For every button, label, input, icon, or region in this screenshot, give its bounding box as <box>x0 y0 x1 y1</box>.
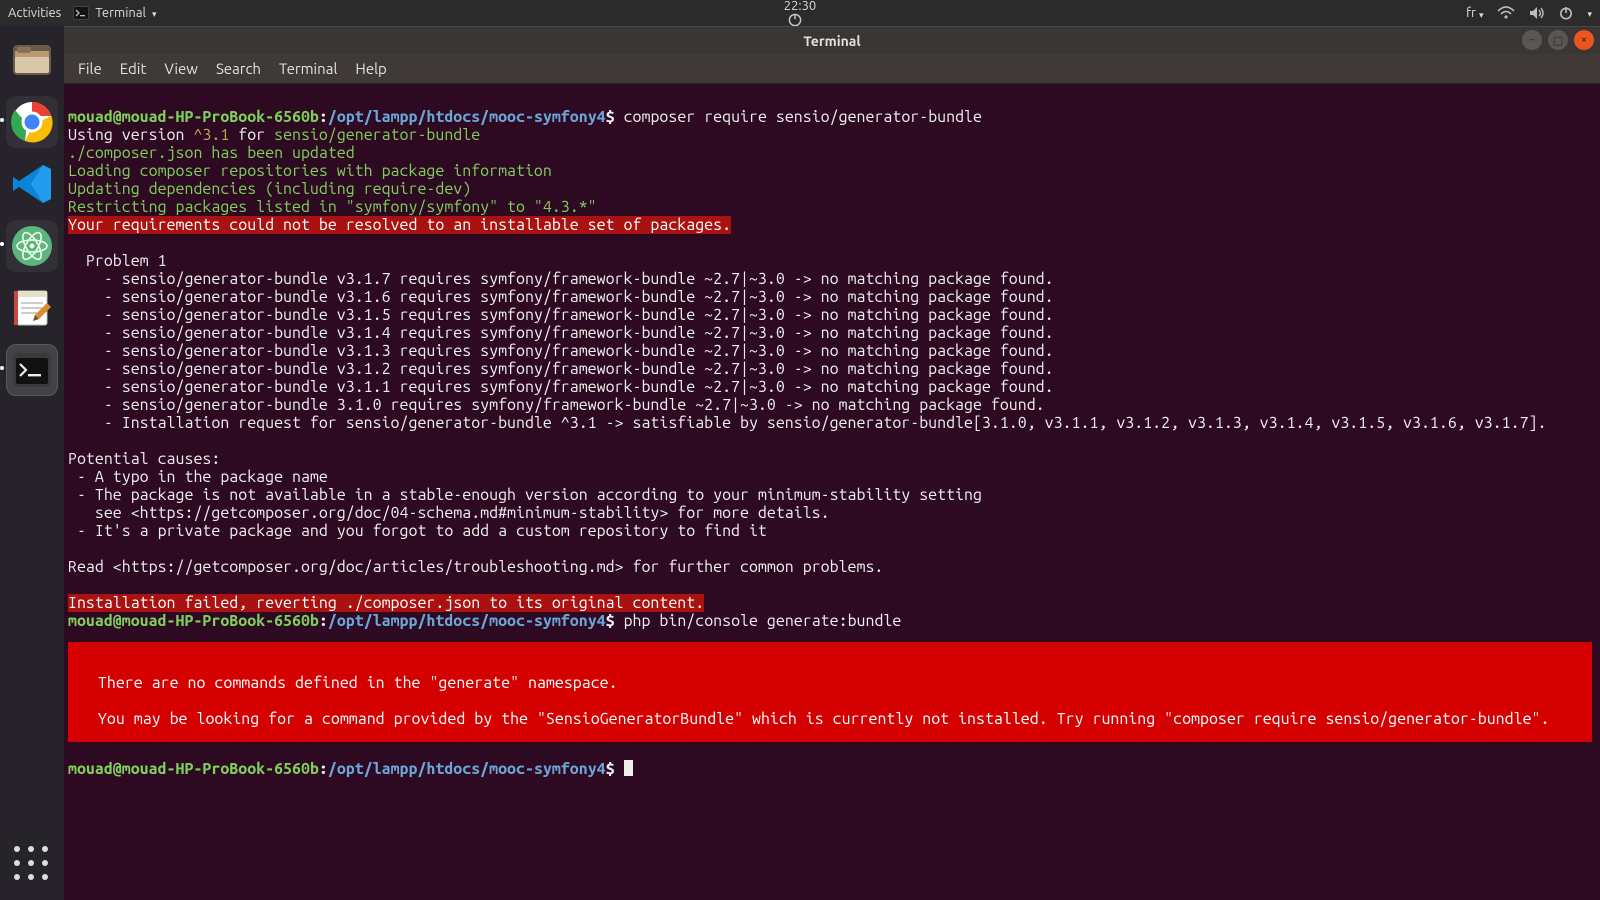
window-minimize-button[interactable]: − <box>1522 30 1542 50</box>
vscode-launcher[interactable] <box>6 158 58 210</box>
chrome-icon <box>9 99 55 145</box>
files-icon <box>9 37 55 83</box>
terminal-launcher[interactable] <box>6 344 58 396</box>
activities-button[interactable]: Activities <box>8 6 61 20</box>
menu-help[interactable]: Help <box>355 60 386 77</box>
terminal-launcher-icon <box>9 347 55 393</box>
power-icon[interactable] <box>1559 6 1573 20</box>
menu-file[interactable]: File <box>78 60 102 77</box>
vscode-icon <box>9 161 55 207</box>
app-menu-label: Terminal <box>95 6 146 20</box>
app-menu[interactable]: Terminal ▾ <box>73 6 156 20</box>
chevron-down-icon: ▾ <box>1479 10 1484 20</box>
window-close-button[interactable]: × <box>1574 30 1594 50</box>
gedit-launcher[interactable] <box>6 282 58 334</box>
terminal-window: Terminal − □ × File Edit View Search Ter… <box>64 26 1600 900</box>
clock[interactable]: 22:30 <box>784 0 817 27</box>
text-editor-icon <box>9 285 55 331</box>
cursor <box>624 760 633 776</box>
apps-grid-icon <box>14 846 50 882</box>
terminal-output: mouad@mouad-HP-ProBook-6560b:/opt/lampp/… <box>68 108 1596 778</box>
symfony-error-box: There are no commands defined in the "ge… <box>68 642 1592 742</box>
menu-terminal[interactable]: Terminal <box>279 60 337 77</box>
files-launcher[interactable] <box>6 34 58 86</box>
terminal-menu-bar: File Edit View Search Terminal Help <box>64 54 1600 84</box>
window-maximize-button[interactable]: □ <box>1548 30 1568 50</box>
atom-icon <box>9 223 55 269</box>
terminal-app-icon <box>73 6 89 20</box>
system-menu-chevron-icon[interactable]: ▾ <box>1587 9 1592 20</box>
chevron-down-icon: ▾ <box>152 9 157 20</box>
dock <box>0 26 64 900</box>
show-applications-button[interactable] <box>6 838 58 890</box>
window-title: Terminal <box>64 33 1600 49</box>
gnome-top-bar: Activities Terminal ▾ 22:30 fr ▾ <box>0 0 1600 26</box>
wifi-icon[interactable] <box>1497 6 1515 20</box>
volume-icon[interactable] <box>1529 6 1545 20</box>
menu-edit[interactable]: Edit <box>120 60 147 77</box>
menu-search[interactable]: Search <box>216 60 261 77</box>
window-title-bar: Terminal − □ × <box>64 26 1600 54</box>
menu-view[interactable]: View <box>164 60 198 77</box>
power-badge-icon <box>788 13 802 27</box>
atom-launcher[interactable] <box>6 220 58 272</box>
chrome-launcher[interactable] <box>6 96 58 148</box>
terminal-viewport[interactable]: mouad@mouad-HP-ProBook-6560b:/opt/lampp/… <box>64 84 1600 900</box>
keyboard-layout-indicator[interactable]: fr ▾ <box>1466 6 1483 20</box>
